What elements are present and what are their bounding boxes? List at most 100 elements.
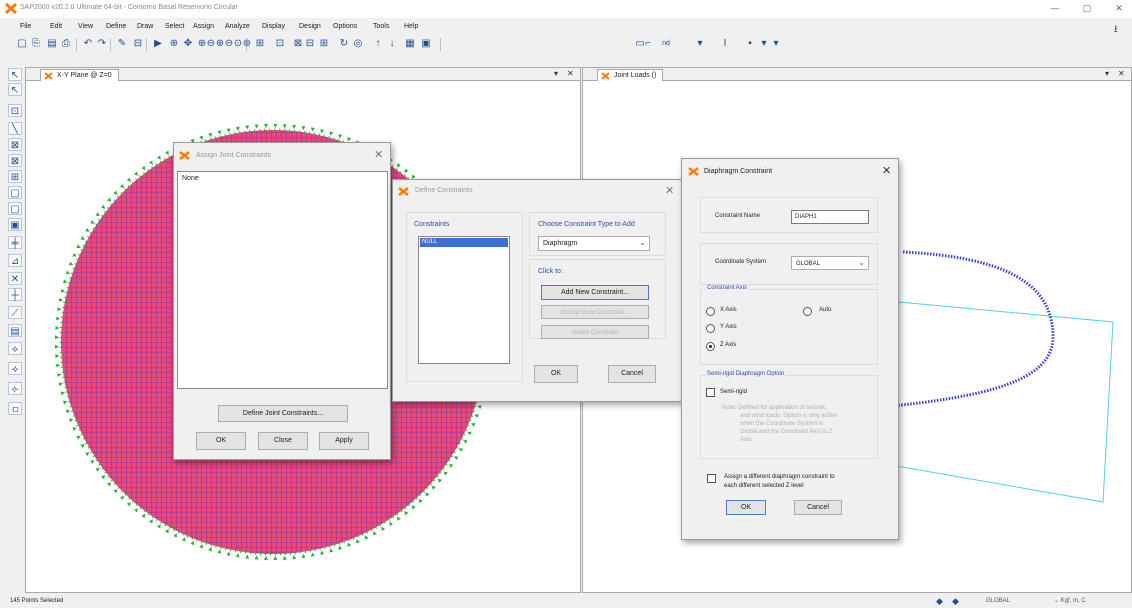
run-icon[interactable]: ▶ (152, 37, 164, 51)
y-axis-radio[interactable] (706, 324, 715, 333)
delete-constraint-button[interactable]: Delete Constraint (541, 325, 649, 339)
dialog-close-icon[interactable]: ✕ (665, 184, 674, 197)
print-icon[interactable]: ⎙ (60, 37, 72, 51)
tab-joint-loads[interactable]: Joint Loads () (597, 69, 664, 81)
menu-item[interactable]: Analyze (225, 23, 250, 30)
draw-tool-icon[interactable]: ⟡ (8, 342, 22, 355)
menu-item[interactable]: Edit (50, 23, 62, 30)
menu-item[interactable]: Help (404, 23, 418, 30)
pencil-icon[interactable]: ✎ (116, 37, 128, 51)
x-axis-radio[interactable] (706, 307, 715, 316)
constraint-type-select[interactable]: Diaphragm ⌄ (538, 236, 650, 251)
dialog-close-icon[interactable]: ✕ (374, 148, 383, 161)
draw-tool-icon[interactable]: ╲ (8, 122, 22, 135)
draw-tool-icon[interactable]: ⊡ (8, 104, 22, 117)
close-button[interactable]: Close (258, 432, 308, 450)
yz-icon[interactable]: ⊟ (304, 37, 316, 51)
z-axis-radio[interactable] (706, 342, 715, 351)
draw-tool-icon[interactable]: ⊠ (8, 138, 22, 151)
draw-tool-icon[interactable]: ⊿ (8, 254, 22, 267)
zoom-icon[interactable]: ⊚ (241, 37, 253, 51)
draw-tool-icon[interactable]: ▢ (8, 202, 22, 215)
toolbar-dropdown[interactable]: I (718, 37, 732, 51)
pane-dropdown-icon[interactable]: ▾ (1105, 69, 1109, 78)
new-icon[interactable]: ▢ (16, 37, 28, 51)
toolbar-icon[interactable]: ▾ (694, 37, 706, 51)
draw-tool-icon[interactable]: ▣ (8, 218, 22, 231)
ok-button[interactable]: OK (534, 365, 578, 383)
pane-close-icon[interactable]: ✕ (1118, 69, 1125, 78)
list-item[interactable]: NULL (420, 238, 508, 247)
modify-show-constraint-button[interactable]: Modify/Show Constraint... (541, 305, 649, 319)
draw-tool-icon[interactable]: ⟣ (8, 382, 22, 395)
undo-icon[interactable]: ↶ (82, 37, 94, 51)
cancel-button[interactable]: Cancel (794, 500, 842, 515)
add-new-constraint-button[interactable]: Add New Constraint... (541, 285, 649, 300)
draw-tool-icon[interactable]: ╪ (8, 236, 22, 249)
list-item[interactable]: None (182, 175, 199, 182)
toolbar-icon[interactable]: ⌐ (642, 37, 654, 51)
draw-tool-icon[interactable]: ⊞ (8, 170, 22, 183)
pane-close-icon[interactable]: ✕ (567, 69, 574, 78)
nv-icon[interactable]: ⊞ (318, 37, 330, 51)
toolbar-dropdown[interactable]: nd (654, 37, 678, 51)
semirigid-checkbox[interactable] (706, 388, 715, 397)
menu-item[interactable]: Display (262, 23, 285, 30)
draw-tool-icon[interactable]: ↖ (8, 83, 22, 96)
draw-tool-icon[interactable]: ⟋ (8, 306, 22, 319)
tab-xy-plane[interactable]: X-Y Plane @ Z=0 (40, 69, 119, 81)
zoom-icon[interactable]: ⊕ (168, 37, 180, 51)
draw-tool-icon[interactable]: ▤ (8, 324, 22, 337)
down-icon[interactable]: ↓ (386, 37, 398, 51)
nav-back-icon[interactable]: ◆ (936, 596, 943, 607)
nav-forward-icon[interactable]: ◆ (952, 596, 959, 607)
menu-item[interactable]: Select (165, 23, 184, 30)
rotate-icon[interactable]: ↻ (338, 37, 350, 51)
draw-tool-icon[interactable]: ⟢ (8, 362, 22, 375)
maximize-button[interactable]: ▢ (1080, 3, 1094, 14)
draw-tool-icon[interactable]: ✕ (8, 272, 22, 285)
menu-item[interactable]: File (20, 23, 31, 30)
menu-item[interactable]: Options (333, 23, 357, 30)
toolbar-icon[interactable]: ▪ (744, 37, 756, 51)
close-window-button[interactable]: ✕ (1112, 3, 1126, 14)
draw-tool-icon[interactable]: ⟤ (8, 402, 22, 415)
open-icon[interactable]: ⎘ (30, 37, 42, 51)
lock-icon[interactable]: ⊟ (132, 37, 144, 51)
redo-icon[interactable]: ↷ (96, 37, 108, 51)
menu-item[interactable]: View (78, 23, 93, 30)
xy-icon[interactable]: ⊡ (274, 37, 286, 51)
menu-item[interactable]: Draw (137, 23, 153, 30)
menu-item[interactable]: Design (299, 23, 321, 30)
ok-button[interactable]: OK (726, 500, 766, 515)
units-select[interactable]: ⌄ Kgf, m, C (1054, 595, 1130, 607)
menu-item[interactable]: Tools (373, 23, 389, 30)
constraints-listbox[interactable]: NULL (418, 236, 510, 364)
perspective-icon[interactable]: ◎ (352, 37, 364, 51)
minimize-button[interactable]: — (1048, 3, 1062, 13)
coord-system-select[interactable]: GLOBAL ⌄ (791, 256, 869, 270)
toolbar-icon[interactable]: ▾ (758, 37, 770, 51)
pane-dropdown-icon[interactable]: ▾ (554, 69, 558, 78)
menu-item[interactable]: Assign (193, 23, 214, 30)
menu-item[interactable]: Define (106, 23, 126, 30)
cancel-button[interactable]: Cancel (608, 365, 656, 383)
up-icon[interactable]: ↑ (372, 37, 384, 51)
3d-icon[interactable]: ⊞ (254, 37, 266, 51)
ok-button[interactable]: OK (196, 432, 246, 450)
draw-tool-icon[interactable]: ⊠ (8, 154, 22, 167)
constraint-listbox[interactable]: None (177, 171, 388, 389)
define-joint-constraints-button[interactable]: Define Joint Constraints... (218, 405, 348, 422)
assign-different-checkbox[interactable] (707, 474, 716, 483)
toolbar-icon[interactable]: ▾ (770, 37, 782, 51)
grid-icon[interactable]: ▣ (420, 37, 432, 51)
constraint-name-input[interactable]: DIAPH1 (791, 210, 869, 224)
dialog-close-icon[interactable]: ✕ (882, 164, 891, 177)
display-icon[interactable]: ▦ (404, 37, 416, 51)
apply-button[interactable]: Apply (319, 432, 369, 450)
draw-tool-icon[interactable]: ↖ (8, 68, 22, 81)
draw-tool-icon[interactable]: ▢ (8, 186, 22, 199)
pan-icon[interactable]: ✥ (182, 37, 194, 51)
coord-system-status-select[interactable]: GLOBAL (970, 595, 1046, 607)
save-icon[interactable]: ▤ (46, 37, 58, 51)
